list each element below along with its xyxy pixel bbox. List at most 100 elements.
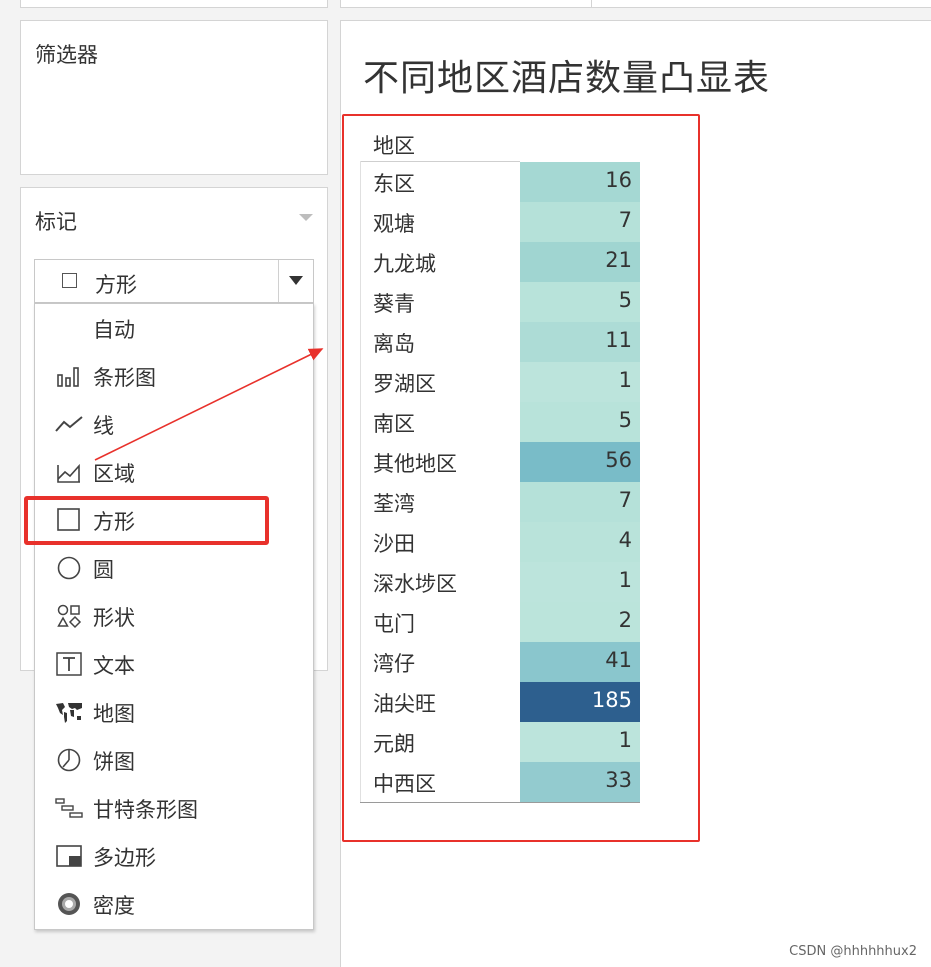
table-row[interactable]: 离岛 11 bbox=[360, 322, 640, 362]
filters-title: 筛选器 bbox=[35, 43, 98, 67]
count-cell[interactable]: 16 bbox=[520, 162, 640, 202]
watermark: CSDN @hhhhhhux2 bbox=[789, 944, 917, 959]
region-name: 荃湾 bbox=[373, 492, 415, 516]
menu-item-label: 条形图 bbox=[93, 366, 156, 390]
density-icon bbox=[58, 893, 80, 915]
menu-item-circle[interactable]: 圆 bbox=[35, 545, 313, 591]
hotel-count-value: 56 bbox=[605, 448, 632, 472]
marks-title: 标记 bbox=[35, 210, 77, 234]
hotel-count-value: 5 bbox=[618, 408, 632, 432]
hotel-count-value: 5 bbox=[618, 288, 632, 312]
hotel-count-value: 7 bbox=[618, 208, 632, 232]
count-cell[interactable]: 1 bbox=[520, 362, 640, 402]
menu-item-pie[interactable]: 饼图 bbox=[35, 737, 313, 783]
chevron-down-icon[interactable] bbox=[289, 276, 303, 285]
region-name: 中西区 bbox=[373, 772, 436, 796]
menu-item-area[interactable]: 区域 bbox=[35, 449, 313, 495]
table-row[interactable]: 中西区 33 bbox=[360, 762, 640, 802]
count-cell[interactable]: 41 bbox=[520, 642, 640, 682]
table-row[interactable]: 葵青 5 bbox=[360, 282, 640, 322]
region-name: 沙田 bbox=[373, 532, 415, 556]
count-cell[interactable]: 185 bbox=[520, 682, 640, 722]
menu-item-label: 自动 bbox=[93, 318, 135, 342]
region-name: 深水埗区 bbox=[373, 572, 457, 596]
pie-icon bbox=[57, 748, 81, 772]
count-cell[interactable]: 5 bbox=[520, 402, 640, 442]
menu-item-gantt[interactable]: 甘特条形图 bbox=[35, 785, 313, 831]
polygon-icon bbox=[56, 845, 82, 867]
count-cell[interactable]: 56 bbox=[520, 442, 640, 482]
hotel-count-value: 33 bbox=[605, 768, 632, 792]
circle-icon bbox=[57, 556, 81, 580]
top-left-panel bbox=[20, 0, 328, 8]
menu-item-label: 地图 bbox=[93, 702, 135, 726]
region-name: 东区 bbox=[373, 172, 415, 196]
toolbar-shelf-right bbox=[591, 0, 931, 8]
text-icon bbox=[56, 652, 82, 676]
table-row[interactable]: 罗湖区 1 bbox=[360, 362, 640, 402]
table-row[interactable]: 荃湾 7 bbox=[360, 482, 640, 522]
region-name: 九龙城 bbox=[373, 252, 436, 276]
toolbar-shelf-left bbox=[340, 0, 592, 8]
mark-type-menu: 自动 条形图 线 区域 方形 圆 形状 文本 地图 饼图 甘特条形图 多边形 密… bbox=[34, 303, 314, 930]
count-cell[interactable]: 4 bbox=[520, 522, 640, 562]
count-cell[interactable]: 1 bbox=[520, 722, 640, 762]
menu-item-map[interactable]: 地图 bbox=[35, 689, 313, 735]
count-cell[interactable]: 7 bbox=[520, 482, 640, 522]
region-name: 观塘 bbox=[373, 212, 415, 236]
count-cell[interactable]: 11 bbox=[520, 322, 640, 362]
table-row[interactable]: 沙田 4 bbox=[360, 522, 640, 562]
region-name: 湾仔 bbox=[373, 652, 415, 676]
region-name: 罗湖区 bbox=[373, 372, 436, 396]
count-cell[interactable]: 21 bbox=[520, 242, 640, 282]
menu-item-label: 密度 bbox=[93, 894, 135, 918]
table-row[interactable]: 其他地区 56 bbox=[360, 442, 640, 482]
region-name: 屯门 bbox=[373, 612, 415, 636]
hotel-count-value: 1 bbox=[618, 368, 632, 392]
marks-collapse-icon[interactable] bbox=[299, 214, 313, 221]
table-bottom-border bbox=[360, 802, 640, 803]
count-cell[interactable]: 2 bbox=[520, 602, 640, 642]
table-row[interactable]: 南区 5 bbox=[360, 402, 640, 442]
menu-item-shapes[interactable]: 形状 bbox=[35, 593, 313, 639]
menu-item-density[interactable]: 密度 bbox=[35, 881, 313, 927]
menu-item-label: 圆 bbox=[93, 558, 114, 582]
line-icon bbox=[55, 416, 83, 432]
menu-item-text[interactable]: 文本 bbox=[35, 641, 313, 687]
mark-type-dropdown[interactable]: 方形 bbox=[34, 259, 314, 303]
viz-title: 不同地区酒店数量凸显表 bbox=[363, 58, 771, 99]
menu-item-label: 饼图 bbox=[93, 750, 135, 774]
region-name: 葵青 bbox=[373, 292, 415, 316]
filters-card[interactable]: 筛选器 bbox=[20, 20, 328, 175]
table-row[interactable]: 深水埗区 1 bbox=[360, 562, 640, 602]
hotel-count-value: 16 bbox=[605, 168, 632, 192]
menu-item-polygon[interactable]: 多边形 bbox=[35, 833, 313, 879]
region-name: 油尖旺 bbox=[373, 692, 436, 716]
table-row[interactable]: 湾仔 41 bbox=[360, 642, 640, 682]
table-row[interactable]: 元朗 1 bbox=[360, 722, 640, 762]
menu-item-line[interactable]: 线 bbox=[35, 401, 313, 447]
menu-item-label: 形状 bbox=[93, 606, 135, 630]
table-row[interactable]: 油尖旺 185 bbox=[360, 682, 640, 722]
count-cell[interactable]: 7 bbox=[520, 202, 640, 242]
region-name: 元朗 bbox=[373, 732, 415, 756]
table-row[interactable]: 屯门 2 bbox=[360, 602, 640, 642]
hotel-count-value: 185 bbox=[591, 688, 632, 712]
table-row[interactable]: 东区 16 bbox=[360, 162, 640, 202]
hotel-count-value: 41 bbox=[605, 648, 632, 672]
region-name: 离岛 bbox=[373, 332, 415, 356]
table-row[interactable]: 观塘 7 bbox=[360, 202, 640, 242]
menu-item-label: 甘特条形图 bbox=[93, 798, 198, 822]
menu-item-bar[interactable]: 条形图 bbox=[35, 353, 313, 399]
menu-item-auto[interactable]: 自动 bbox=[35, 305, 313, 351]
hotel-count-value: 1 bbox=[618, 728, 632, 752]
count-cell[interactable]: 5 bbox=[520, 282, 640, 322]
count-cell[interactable]: 1 bbox=[520, 562, 640, 602]
menu-item-label: 多边形 bbox=[93, 846, 156, 870]
gantt-icon bbox=[55, 798, 83, 818]
menu-item-label: 区域 bbox=[93, 462, 135, 486]
table-row[interactable]: 九龙城 21 bbox=[360, 242, 640, 282]
count-cell[interactable]: 33 bbox=[520, 762, 640, 802]
hotel-count-value: 7 bbox=[618, 488, 632, 512]
map-icon bbox=[56, 703, 82, 723]
